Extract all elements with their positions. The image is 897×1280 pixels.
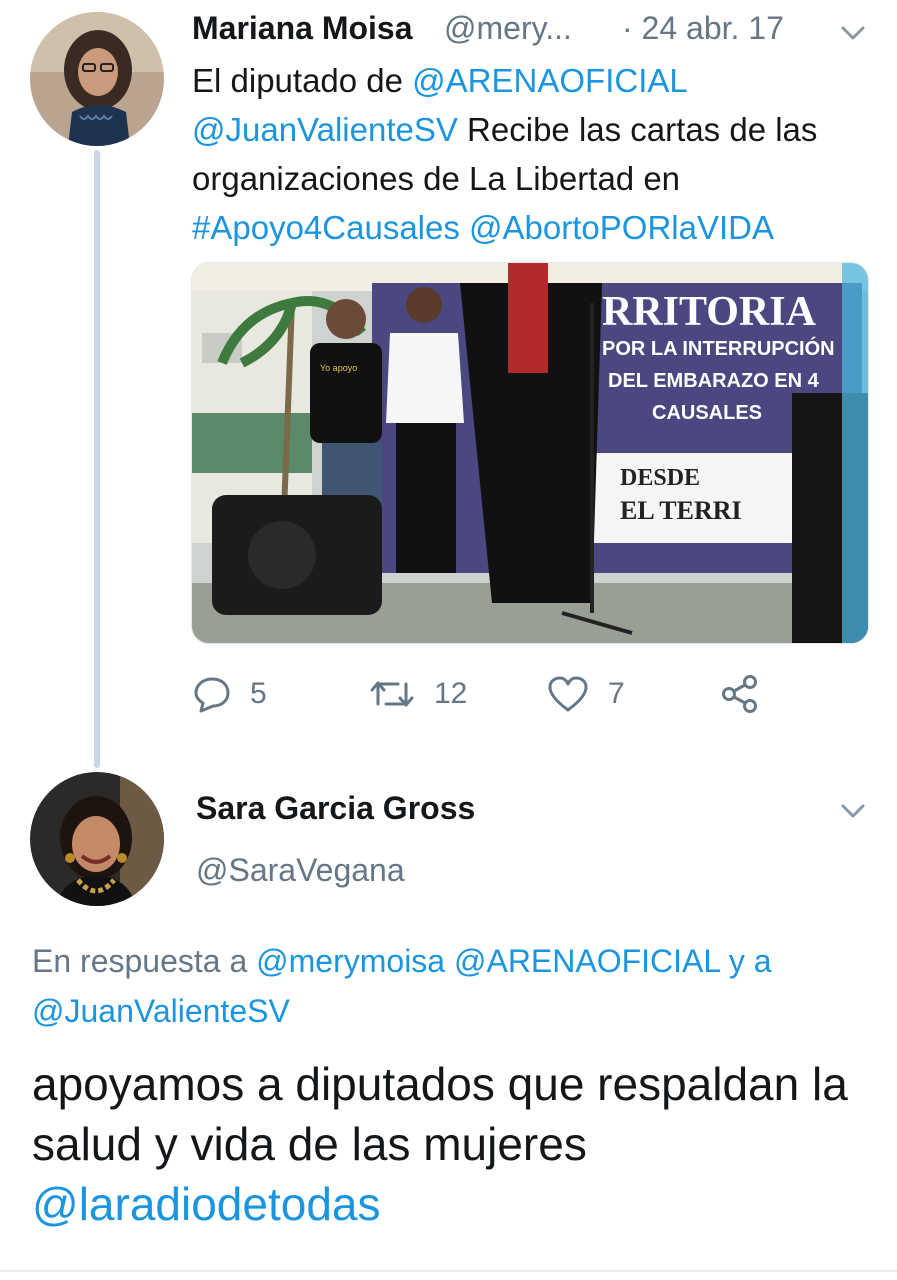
tweet-photo[interactable]: RRITORIA POR LA INTERRUPCIÓN DEL EMBARAZ… xyxy=(191,262,869,644)
reply-prefix: En respuesta a xyxy=(32,943,257,979)
reply-context: En respuesta a @merymoisa @ARENAOFICIAL … xyxy=(32,936,872,1036)
thread-connector-line xyxy=(94,150,100,768)
banner-text: DESDE xyxy=(620,465,700,491)
mention-link[interactable]: @AbortoPORlaVIDA xyxy=(469,209,774,246)
share-icon xyxy=(722,675,757,713)
banner-text: RRITORIA xyxy=(602,289,817,335)
reply-count: 5 xyxy=(250,677,267,710)
author-handle[interactable]: @SaraVegana xyxy=(196,852,405,889)
chevron-down-icon[interactable] xyxy=(836,794,870,828)
like-button[interactable]: 7 xyxy=(546,668,625,720)
retweet-icon xyxy=(370,681,414,707)
divider xyxy=(0,1270,897,1272)
share-button[interactable] xyxy=(720,668,762,720)
tweet-text-part: apoyamos a diputados que respaldan la sa… xyxy=(32,1058,848,1170)
avatar-sara[interactable] xyxy=(30,772,164,906)
tweet-date[interactable]: · 24 abr. 17 xyxy=(622,10,784,47)
banner-text: POR LA INTERRUPCIÓN xyxy=(602,336,835,360)
tweet-text: apoyamos a diputados que respaldan la sa… xyxy=(32,1054,872,1234)
shirt-text: Yo apoyo xyxy=(320,363,357,373)
author-name[interactable]: Mariana Moisa xyxy=(192,10,413,47)
mention-link[interactable]: @laradiodetodas xyxy=(32,1178,380,1230)
mention-link[interactable]: @ARENAOFICIAL xyxy=(412,62,688,99)
reply-icon xyxy=(194,677,230,713)
tweet-text-part: El diputado de xyxy=(192,62,413,99)
avatar-mariana[interactable] xyxy=(30,12,164,146)
like-icon xyxy=(548,676,588,712)
chevron-down-icon[interactable] xyxy=(836,16,870,50)
tweet-text: El diputado de @ARENAOFICIAL @JuanValien… xyxy=(192,56,872,252)
hashtag-link[interactable]: #Apoyo4Causales xyxy=(192,209,460,246)
tweet-actions: 5 12 7 xyxy=(192,668,792,720)
mention-link[interactable]: @merymoisa xyxy=(256,943,445,979)
mention-link[interactable]: @JuanValienteSV xyxy=(32,993,290,1029)
reply-and-text: y a xyxy=(720,943,772,979)
banner-text: EL TERRI xyxy=(620,496,742,525)
reply-button[interactable]: 5 xyxy=(192,668,267,720)
author-name[interactable]: Sara Garcia Gross xyxy=(196,790,475,827)
retweet-count: 12 xyxy=(434,677,468,710)
tweet-header: Mariana Moisa @mery... · 24 abr. 17 xyxy=(192,6,882,50)
banner-text: DEL EMBARAZO EN 4 xyxy=(608,370,820,392)
mention-link[interactable]: @JuanValienteSV xyxy=(192,111,458,148)
retweet-button[interactable]: 12 xyxy=(368,668,467,720)
like-count: 7 xyxy=(608,677,625,710)
author-handle[interactable]: @mery... xyxy=(444,10,572,47)
banner-text: CAUSALES xyxy=(652,402,762,424)
mention-link[interactable]: @ARENAOFICIAL xyxy=(454,943,720,979)
